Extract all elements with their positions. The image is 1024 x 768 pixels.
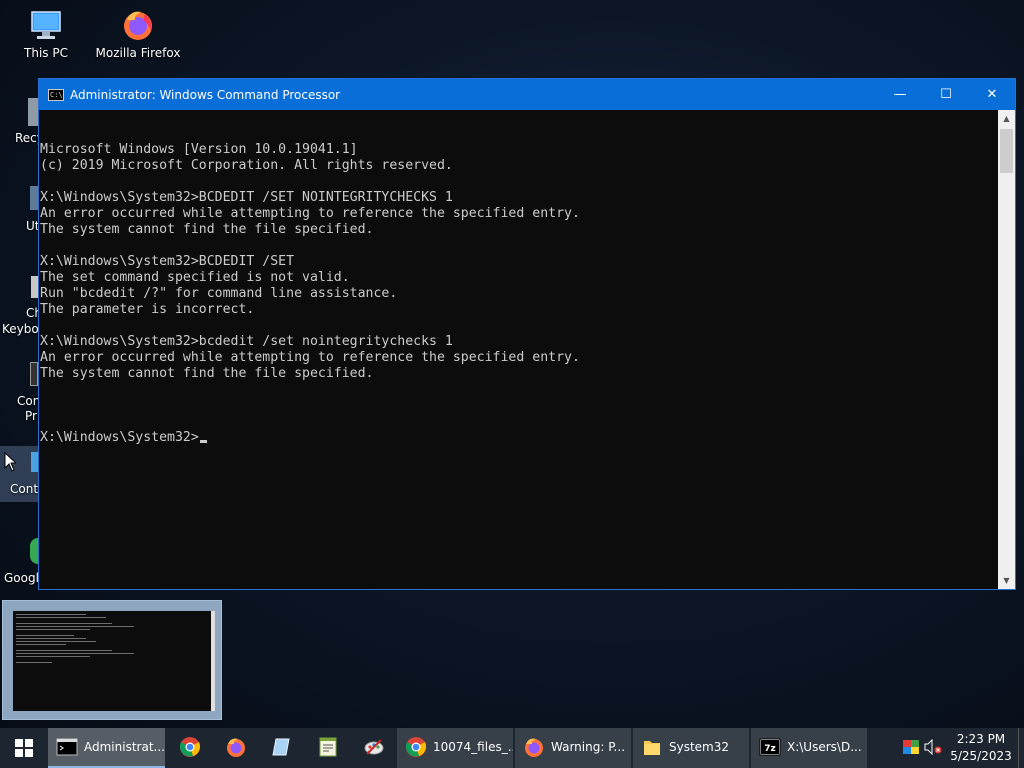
utility-icon[interactable] [30, 186, 38, 210]
cmd-icon [56, 736, 78, 758]
console-line: An error occurred while attempting to re… [40, 350, 580, 365]
minimize-button[interactable]: — [877, 79, 923, 110]
console-line: X:\Windows\System32>BCDEDIT /SET [40, 254, 295, 269]
recycle-bin-icon[interactable] [28, 98, 38, 126]
console-line: An error occurred while attempting to re… [40, 206, 580, 221]
tray-volume[interactable] [922, 728, 944, 768]
taskbar-pin-notepad[interactable] [259, 728, 305, 768]
scroll-thumb[interactable] [1000, 129, 1013, 173]
desktop-icon-firefox[interactable]: Mozilla Firefox [92, 8, 184, 60]
prompt-text: X:\Windows\System32> [40, 430, 199, 445]
text-cursor [199, 440, 207, 443]
scroll-down-button[interactable]: ▼ [998, 572, 1015, 589]
taskbar-item-label: Warning: P... [551, 740, 626, 754]
console-icon[interactable] [30, 362, 38, 386]
firefox-icon [227, 738, 245, 757]
console-line: The system cannot find the file specifie… [40, 366, 374, 381]
desktop-icon-label: Con [17, 394, 41, 408]
cmd-window[interactable]: C:\ Administrator: Windows Command Proce… [38, 78, 1016, 590]
control-panel-icon [31, 452, 38, 472]
start-button[interactable] [0, 728, 48, 768]
taskbar-item-label: 10074_files_... [433, 740, 513, 754]
taskbar: Administrat... 10074_files_... Warning: … [0, 728, 1024, 768]
color-display-icon [903, 740, 919, 754]
console-line: (c) 2019 Microsoft Corporation. All righ… [40, 158, 453, 173]
system-tray: 2:23 PM 5/25/2023 [900, 728, 1024, 768]
taskbar-item-7zip[interactable]: 7z X:\Users\D... [751, 728, 867, 768]
firefox-icon [523, 736, 545, 758]
taskbar-clock[interactable]: 2:23 PM 5/25/2023 [944, 731, 1018, 765]
keyboard-icon[interactable] [31, 276, 38, 298]
console-line: X:\Windows\System32>bcdedit /set nointeg… [40, 334, 453, 349]
desktop-icon-label: Mozilla Firefox [95, 46, 181, 60]
taskbar-item-label: Administrat... [84, 740, 165, 754]
close-button[interactable]: ✕ [969, 79, 1015, 110]
taskbar-pin-firefox[interactable] [213, 728, 259, 768]
taskbar-pin-chrome[interactable] [167, 728, 213, 768]
window-title: Administrator: Windows Command Processor [70, 87, 341, 102]
clock-time: 2:23 PM [956, 732, 1006, 746]
taskbar-item-cmd[interactable]: Administrat... [48, 728, 165, 768]
taskbar-item-firefox-warning[interactable]: Warning: P... [515, 728, 631, 768]
console-line: The parameter is incorrect. [40, 302, 255, 317]
prompt-line[interactable]: X:\Windows\System32> [40, 430, 998, 446]
show-desktop-button[interactable] [1018, 728, 1024, 768]
paint-icon [364, 739, 384, 755]
tray-display-icon[interactable] [900, 728, 922, 768]
desktop-icon-label: Keybo [2, 322, 39, 336]
computer-icon [29, 8, 63, 42]
scroll-up-button[interactable]: ▲ [998, 110, 1015, 127]
console-output[interactable]: Microsoft Windows [Version 10.0.19041.1]… [39, 110, 998, 589]
volume-muted-icon [924, 739, 942, 755]
windows-logo-icon [15, 739, 33, 757]
console-line: Run "bcdedit /?" for command line assist… [40, 286, 398, 301]
taskbar-item-explorer-system32[interactable]: System32 [633, 728, 749, 768]
folder-icon [641, 736, 663, 758]
maximize-button[interactable]: ☐ [923, 79, 969, 110]
desktop-icon-this-pc[interactable]: This PC [0, 8, 92, 60]
console-line: X:\Windows\System32>BCDEDIT /SET NOINTEG… [40, 190, 453, 205]
thumbnail-console [13, 611, 215, 711]
taskbar-thumbnail-preview[interactable] [2, 600, 222, 720]
vertical-scrollbar[interactable]: ▲ ▼ [998, 110, 1015, 589]
taskbar-pin-paint[interactable] [351, 728, 397, 768]
desktop-icon-label: Pr [25, 409, 37, 423]
clock-date: 5/25/2023 [950, 749, 1012, 763]
taskbar-item-label: X:\Users\D... [787, 740, 862, 754]
svg-text:7z: 7z [764, 744, 776, 754]
console-line: Microsoft Windows [Version 10.0.19041.1] [40, 142, 358, 157]
taskbar-item-label: System32 [669, 740, 730, 754]
mouse-pointer-icon [4, 451, 18, 476]
cmd-icon: C:\ [48, 88, 64, 101]
console-line: The system cannot find the file specifie… [40, 222, 374, 237]
taskbar-pin-editor[interactable] [305, 728, 351, 768]
text-editor-icon [319, 737, 337, 757]
firefox-icon [121, 8, 155, 42]
7zip-icon: 7z [759, 736, 781, 758]
window-titlebar[interactable]: C:\ Administrator: Windows Command Proce… [39, 79, 1015, 110]
taskbar-item-chrome-files[interactable]: 10074_files_... [397, 728, 513, 768]
notepad-icon [272, 738, 290, 756]
console-line: The set command specified is not valid. [40, 270, 350, 285]
chrome-icon [179, 737, 201, 757]
chrome-icon [405, 736, 427, 758]
desktop-icon-label: This PC [24, 46, 68, 60]
chrome-icon[interactable] [30, 538, 38, 564]
